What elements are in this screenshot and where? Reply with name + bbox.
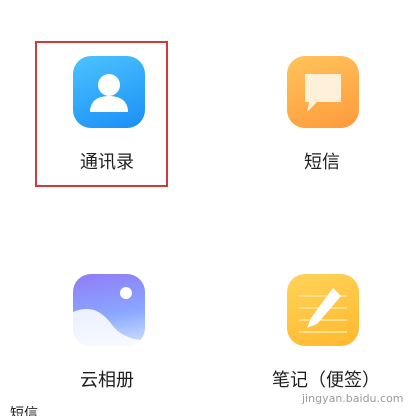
watermark: jingyan.baidu.com (302, 392, 404, 405)
gallery-icon[interactable] (73, 274, 145, 346)
app-grid-page: 通讯录 短信 云相册 笔记（便签） jingyan.baidu.com …短信 (0, 0, 418, 416)
message-icon[interactable] (287, 56, 359, 128)
app-contacts[interactable]: 通讯录 (37, 42, 177, 188)
app-label-contacts: 通讯录 (80, 152, 134, 173)
app-label-messages: 短信 (304, 152, 340, 173)
app-notes[interactable]: 笔记（便签） (252, 258, 392, 398)
cut-off-text: …短信 (0, 406, 38, 416)
app-gallery[interactable]: 云相册 (37, 258, 177, 398)
notes-icon[interactable] (287, 274, 359, 346)
app-messages[interactable]: 短信 (252, 42, 392, 188)
app-label-notes: 笔记（便签） (272, 370, 380, 391)
contacts-icon[interactable] (73, 56, 145, 128)
app-label-gallery: 云相册 (80, 370, 134, 391)
